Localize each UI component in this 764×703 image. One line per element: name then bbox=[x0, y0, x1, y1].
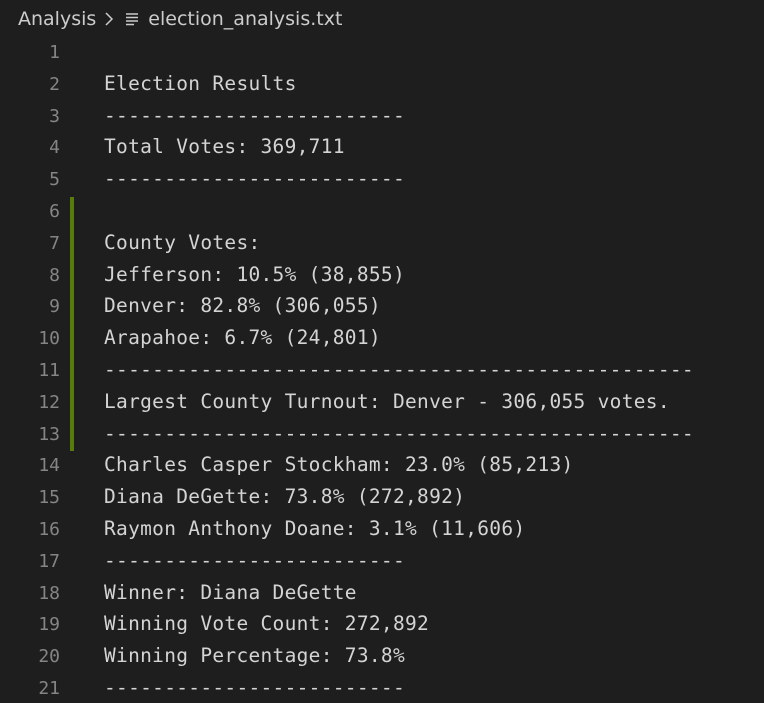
line-text: Arapahoe: 6.7% (24,801) bbox=[104, 326, 381, 350]
code-line[interactable]: 9 Denver: 82.8% (306,055) bbox=[0, 292, 764, 325]
code-line[interactable]: 4 Total Votes: 369,711 bbox=[0, 133, 764, 165]
line-number: 2 bbox=[49, 73, 60, 95]
line-number: 6 bbox=[49, 201, 60, 222]
line-number: 18 bbox=[38, 582, 60, 604]
editor-window: Analysis election_analysis.txt 1 2 Electio… bbox=[0, 0, 764, 703]
line-text: ----------------------------------------… bbox=[104, 358, 694, 381]
code-line[interactable]: 11 --------------------------------------… bbox=[0, 356, 764, 388]
line-text: ------------------------- bbox=[104, 103, 405, 127]
modified-gutter-indicator[interactable] bbox=[70, 260, 74, 293]
line-text: Total Votes: 369,711 bbox=[104, 135, 345, 159]
line-number: 7 bbox=[49, 232, 60, 254]
modified-gutter-indicator[interactable] bbox=[70, 356, 74, 388]
code-line[interactable]: 19 Winning Vote Count: 272,892 bbox=[0, 610, 764, 642]
breadcrumb-folder[interactable]: Analysis bbox=[18, 8, 96, 30]
code-line[interactable]: 6 bbox=[0, 197, 764, 229]
code-line[interactable]: 20 Winning Percentage: 73.8% bbox=[0, 642, 764, 674]
modified-gutter-indicator[interactable] bbox=[70, 387, 74, 420]
line-number: 17 bbox=[38, 550, 60, 572]
line-number: 9 bbox=[49, 296, 60, 318]
code-line[interactable]: 17 ------------------------- bbox=[0, 547, 764, 579]
line-text: County Votes: bbox=[104, 230, 261, 254]
code-line[interactable]: 1 bbox=[0, 38, 764, 70]
line-text: Largest County Turnout: Denver - 306,055… bbox=[104, 389, 670, 413]
line-number: 16 bbox=[38, 519, 60, 540]
code-line[interactable]: 21 ------------------------- bbox=[0, 674, 764, 703]
line-number: 5 bbox=[49, 169, 60, 191]
line-number: 10 bbox=[38, 328, 60, 350]
breadcrumb: Analysis election_analysis.txt bbox=[0, 0, 764, 38]
line-text: Denver: 82.8% (306,055) bbox=[104, 294, 381, 318]
code-line[interactable]: 16 Raymon Anthony Doane: 3.1% (11,606) bbox=[0, 515, 764, 547]
line-number: 15 bbox=[38, 487, 60, 509]
modified-gutter-indicator[interactable] bbox=[70, 292, 74, 325]
text-file-icon bbox=[124, 11, 140, 27]
code-line[interactable]: 3 ------------------------- bbox=[0, 102, 764, 134]
line-text: Diana DeGette: 73.8% (272,892) bbox=[104, 485, 466, 509]
line-text: Jefferson: 10.5% (38,855) bbox=[104, 262, 405, 286]
code-line[interactable]: 5 ------------------------- bbox=[0, 165, 764, 197]
modified-gutter-indicator[interactable] bbox=[70, 419, 74, 452]
text-editor[interactable]: 1 2 Election Results 3 ---------------------… bbox=[0, 38, 764, 703]
line-number: 1 bbox=[49, 42, 60, 63]
line-text: Raymon Anthony Doane: 3.1% (11,606) bbox=[104, 517, 526, 540]
code-line[interactable]: 7 County Votes: bbox=[0, 228, 764, 261]
line-text: Winning Percentage: 73.8% bbox=[104, 644, 405, 668]
code-line[interactable]: 2 Election Results bbox=[0, 70, 764, 102]
line-number: 3 bbox=[49, 105, 60, 127]
chevron-right-icon bbox=[104, 11, 114, 27]
line-number: 8 bbox=[49, 264, 60, 286]
modified-gutter-indicator[interactable] bbox=[70, 324, 74, 356]
line-number: 19 bbox=[38, 614, 60, 636]
code-line[interactable]: 18 Winner: Diana DeGette bbox=[0, 579, 764, 611]
breadcrumb-file[interactable]: election_analysis.txt bbox=[148, 8, 342, 30]
line-number: 20 bbox=[38, 646, 60, 668]
code-line[interactable]: 14 Charles Casper Stockham: 23.0% (85,213… bbox=[0, 451, 764, 483]
modified-gutter-indicator[interactable] bbox=[70, 197, 74, 229]
line-text: Election Results bbox=[104, 71, 297, 95]
modified-gutter-indicator[interactable] bbox=[70, 228, 74, 261]
code-line[interactable]: 13 --------------------------------------… bbox=[0, 419, 764, 452]
line-text: ------------------------- bbox=[104, 676, 405, 699]
code-line[interactable]: 8 Jefferson: 10.5% (38,855) bbox=[0, 260, 764, 293]
line-text: Winning Vote Count: 272,892 bbox=[104, 612, 430, 636]
line-text: ----------------------------------------… bbox=[104, 421, 694, 445]
line-number: 21 bbox=[38, 678, 60, 699]
line-text: ------------------------- bbox=[104, 167, 405, 191]
line-text: Charles Casper Stockham: 23.0% (85,213) bbox=[104, 453, 574, 477]
code-line[interactable]: 12 Largest County Turnout: Denver - 306,0… bbox=[0, 387, 764, 420]
line-text: Winner: Diana DeGette bbox=[104, 580, 357, 604]
line-number: 14 bbox=[38, 455, 60, 477]
line-number: 12 bbox=[38, 391, 60, 413]
code-line[interactable]: 10 Arapahoe: 6.7% (24,801) bbox=[0, 324, 764, 356]
line-text: ------------------------- bbox=[104, 548, 405, 572]
line-number: 11 bbox=[38, 360, 60, 381]
line-number: 13 bbox=[38, 423, 60, 445]
code-line[interactable]: 15 Diana DeGette: 73.8% (272,892) bbox=[0, 483, 764, 515]
line-number: 4 bbox=[49, 137, 60, 159]
